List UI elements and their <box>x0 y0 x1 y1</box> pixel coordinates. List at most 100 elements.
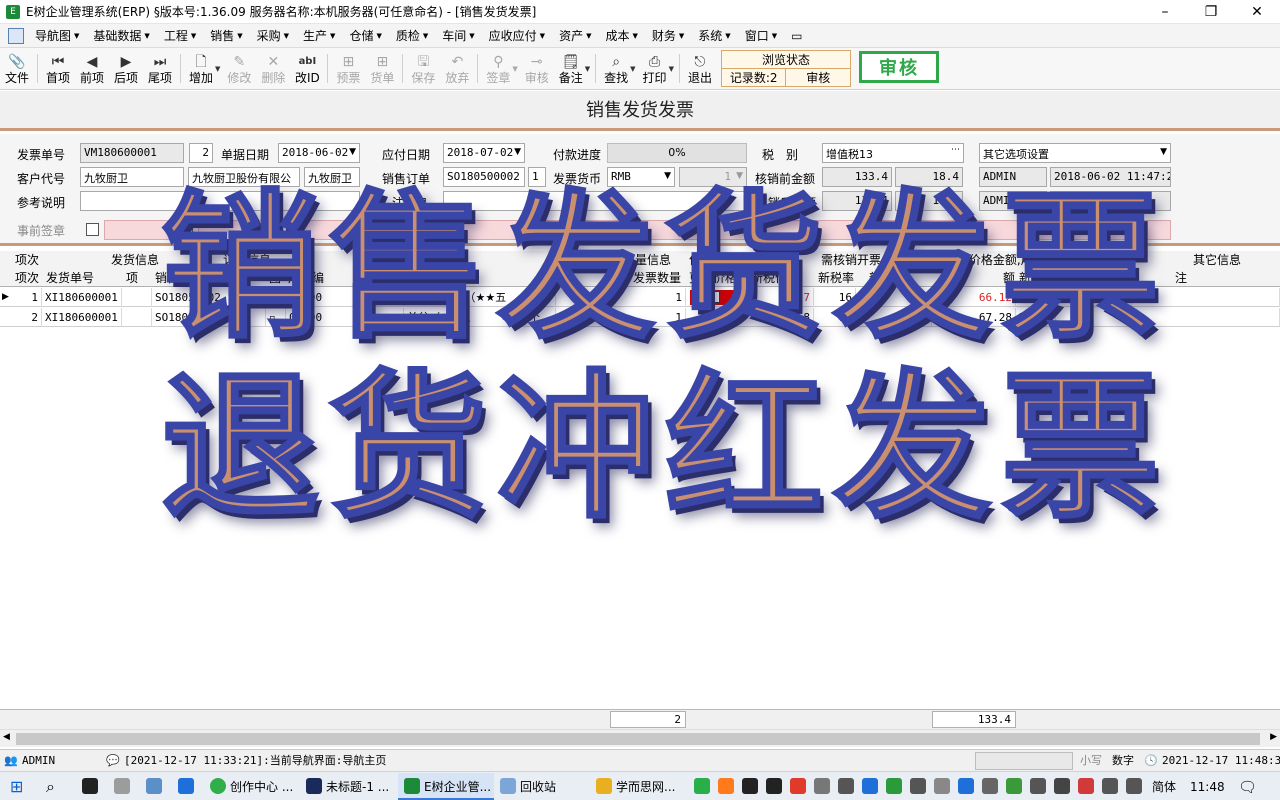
menu-nav[interactable]: 导航图 ▼ <box>28 27 86 44</box>
qty-control-checkbox[interactable] <box>576 291 588 303</box>
wechat-icon[interactable] <box>694 778 710 794</box>
app-icon-3[interactable] <box>146 778 162 794</box>
chrome-icon[interactable] <box>210 778 226 794</box>
abandon-button[interactable]: ↶ 放弃 <box>440 48 474 89</box>
wifi-icon[interactable] <box>910 778 926 794</box>
audit-button[interactable]: 审核 <box>858 51 939 83</box>
cust-short-field[interactable]: 九牧厨卫 <box>304 167 360 187</box>
tray-icon-7[interactable] <box>886 778 902 794</box>
menu-engineering[interactable]: 工程 ▼ <box>157 27 203 44</box>
taskbar-item-erp[interactable]: E树企业管... <box>424 775 491 799</box>
tray-icon-8[interactable] <box>934 778 950 794</box>
tray-icon-14[interactable] <box>1102 778 1118 794</box>
window-layout-icon[interactable]: ▭ <box>784 29 809 43</box>
exit-button[interactable]: ⎋ 退出 <box>683 48 717 89</box>
col-invoice-qty[interactable]: 发票数量 <box>630 269 681 287</box>
add-dropdown-icon[interactable]: ▼ <box>215 65 220 73</box>
due-date-field[interactable]: 2018-07-02 ▼ <box>443 143 525 163</box>
goods-ticket-button[interactable]: ⊞ 货单 <box>365 48 399 89</box>
maximize-button[interactable]: ❐ <box>1188 0 1234 24</box>
first-button[interactable]: ⏮ 首项 <box>41 48 75 89</box>
app-icon-2[interactable] <box>114 778 130 794</box>
minimize-button[interactable]: – <box>1142 0 1188 24</box>
menu-warehouse[interactable]: 仓储 ▼ <box>342 27 388 44</box>
cust-code-field[interactable]: 九牧厨卫 <box>80 167 184 187</box>
taskbar-item-recycle[interactable]: 回收站 <box>520 775 556 799</box>
erp-icon[interactable] <box>404 778 420 794</box>
note-dropdown-icon[interactable]: ▼ <box>585 65 590 73</box>
currency-select[interactable]: RMB ▼ <box>607 167 675 187</box>
col-new-tax-price[interactable]: 新税价格 <box>748 269 799 287</box>
app-icon-4[interactable] <box>178 778 194 794</box>
save-button[interactable]: 🖫 保存 <box>406 48 440 89</box>
col-prod-code[interactable]: 产品编 <box>285 269 324 287</box>
sales-order-field[interactable]: SO180500002 <box>443 167 525 187</box>
col-prod-name[interactable]: 产品名称 <box>405 269 456 287</box>
other-options-select[interactable]: 其它选项设置 ▼ <box>979 143 1171 163</box>
find-dropdown-icon[interactable]: ▼ <box>630 65 635 73</box>
note-button[interactable]: 🗒 备注 <box>554 48 588 89</box>
change-id-button[interactable]: abI 改ID <box>290 48 324 89</box>
col-remark[interactable]: 注 <box>1172 269 1187 287</box>
taskbar-item-xueersi[interactable]: 学而思网... <box>616 775 675 799</box>
prev-button[interactable]: ◀ 前项 <box>75 48 109 89</box>
menu-app-icon[interactable] <box>8 27 24 44</box>
scroll-thumb[interactable] <box>16 733 1260 745</box>
windows-start-icon[interactable]: ⊞ <box>10 775 23 799</box>
ref-field[interactable] <box>80 191 360 211</box>
tray-icon-12[interactable] <box>1054 778 1070 794</box>
ime-language[interactable]: 简体 <box>1152 775 1176 799</box>
tray-icon-2[interactable] <box>742 778 758 794</box>
menu-production[interactable]: 生产 ▼ <box>296 27 342 44</box>
invoice-seq-field[interactable]: 2 <box>189 143 213 163</box>
horizontal-scrollbar[interactable]: ◀ ▶ <box>0 729 1280 747</box>
col-change-price[interactable]: 更改价格 <box>686 269 737 287</box>
pre-sign-checkbox-2[interactable] <box>180 223 193 236</box>
print-dropdown-icon[interactable]: ▼ <box>669 65 674 73</box>
note-field[interactable] <box>443 191 747 211</box>
find-button[interactable]: ⌕ 查找 <box>599 48 633 89</box>
tray-icon-5[interactable] <box>814 778 830 794</box>
col-amount[interactable]: 额 <box>1000 269 1015 287</box>
tray-icon-1[interactable] <box>718 778 734 794</box>
prev-ticket-button[interactable]: ⊞ 预票 <box>331 48 365 89</box>
tray-icon-11[interactable] <box>1030 778 1046 794</box>
network-icon[interactable] <box>1126 778 1142 794</box>
volume-icon[interactable] <box>838 778 854 794</box>
menu-workshop[interactable]: 车间 ▼ <box>435 27 481 44</box>
file-button[interactable]: 📎 文件 <box>0 48 34 89</box>
pre-sign-checkbox-3[interactable] <box>274 223 287 236</box>
taskbar-item-untitled[interactable]: 未标题-1 ... <box>326 775 389 799</box>
taskbar-clock[interactable]: 11:48 <box>1190 775 1225 799</box>
doc-date-field[interactable]: 2018-06-02 ▼ <box>278 143 360 163</box>
change-price-checkbox[interactable] <box>706 311 718 323</box>
pre-sign-checkbox-1[interactable] <box>86 223 99 236</box>
sign-button[interactable]: ⚲ 签章 <box>481 48 515 89</box>
print-button[interactable]: ⎙ 打印 <box>638 48 672 89</box>
exchange-rate-field[interactable]: 1 ▼ <box>679 167 747 187</box>
tray-icon-13[interactable] <box>1078 778 1094 794</box>
tray-icon-4[interactable] <box>790 778 806 794</box>
invoice-no-field[interactable]: VM180600001 <box>80 143 184 163</box>
scroll-right-icon[interactable]: ▶ <box>1270 732 1277 742</box>
col-sales-order[interactable]: 销售订 <box>152 269 191 287</box>
menu-assets[interactable]: 资产 ▼ <box>552 27 598 44</box>
qq-icon[interactable] <box>82 778 98 794</box>
ellipsis-icon[interactable]: ⋯ <box>951 145 960 155</box>
menu-window[interactable]: 窗口 ▼ <box>738 27 784 44</box>
menu-finance[interactable]: 财务 ▼ <box>645 27 691 44</box>
add-button[interactable]: 🗋 增加 <box>184 48 218 89</box>
tray-icon-6[interactable] <box>862 778 878 794</box>
col-ship-no[interactable]: 发货单号 <box>43 269 94 287</box>
change-price-checkbox[interactable] <box>708 291 720 303</box>
last-button[interactable]: ⏭ 尾项 <box>143 48 177 89</box>
tray-icon-10[interactable] <box>1006 778 1022 794</box>
col-new-incl[interactable]: 新含 <box>866 269 893 287</box>
photoshop-icon[interactable] <box>306 778 322 794</box>
edit-button[interactable]: ✎ 修改 <box>222 48 256 89</box>
taskbar-item-creation[interactable]: 创作中心 ... <box>230 775 293 799</box>
tray-icon-9[interactable] <box>958 778 974 794</box>
menu-system[interactable]: 系统 ▼ <box>691 27 737 44</box>
cust-name-field[interactable]: 九牧厨卫股份有限公 <box>188 167 300 187</box>
tray-icon-3[interactable] <box>766 778 782 794</box>
